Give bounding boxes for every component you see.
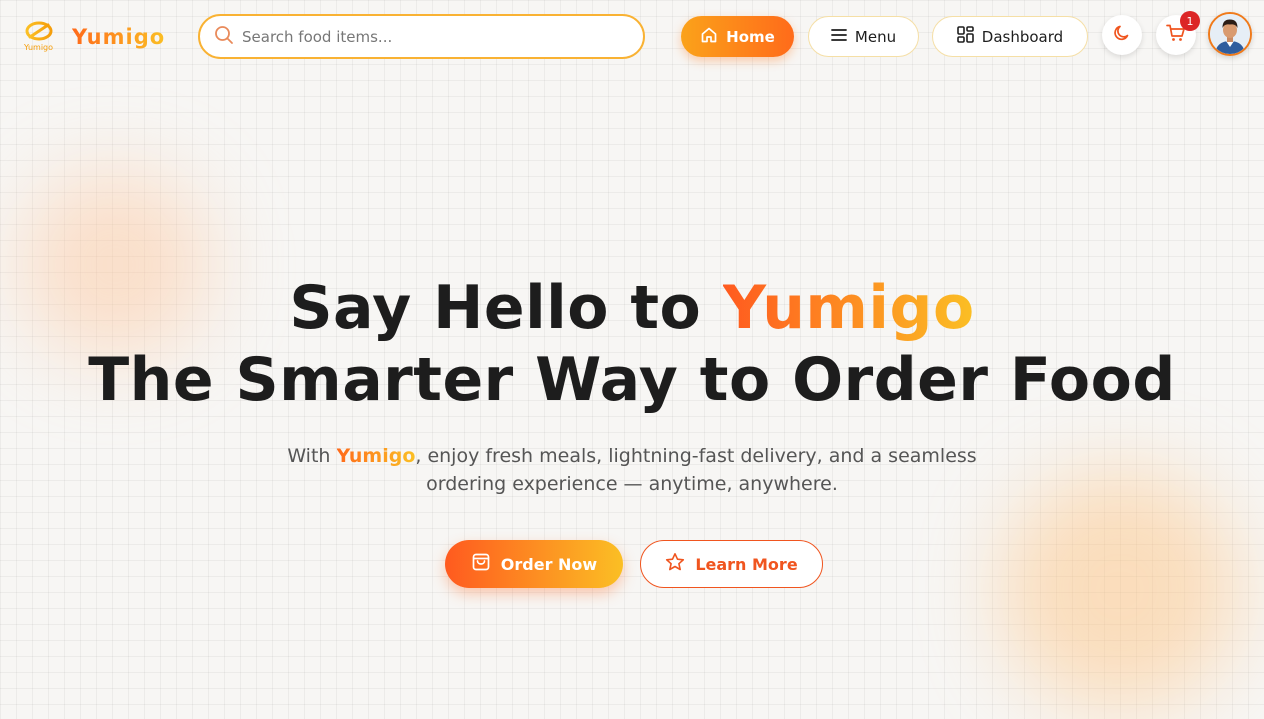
moon-icon [1113, 24, 1131, 46]
cart-count-badge: 1 [1180, 11, 1200, 31]
shopping-bag-icon [471, 552, 491, 576]
nav-home-button[interactable]: Home [681, 16, 794, 57]
search-input[interactable] [242, 27, 622, 46]
logo-link[interactable]: Yumigo Yumigo [24, 20, 165, 54]
nav-dashboard-button[interactable]: Dashboard [932, 16, 1088, 57]
star-icon [665, 552, 685, 576]
nav-menu-label: Menu [854, 27, 897, 46]
nav-home-label: Home [726, 27, 775, 46]
logo-text: Yumigo [72, 25, 166, 49]
learn-more-label: Learn More [695, 554, 798, 574]
search-icon [214, 25, 234, 49]
hero-subtitle-suffix: , enjoy fresh meals, lightning-fast deli… [415, 445, 977, 495]
dashboard-grid-icon [956, 26, 974, 47]
hero-subtitle-prefix: With [287, 445, 337, 467]
nav-dashboard-label: Dashboard [981, 27, 1064, 46]
hero-title-brand: Yumigo [722, 273, 975, 343]
hero-subtitle-brand: Yumigo [336, 445, 416, 467]
decorative-blur-right [1000, 470, 1240, 710]
home-icon [700, 26, 718, 48]
nav-menu-button[interactable]: Menu [808, 16, 919, 57]
logo-icon: Yumigo [24, 20, 58, 54]
hero-title-line2: The Smarter Way to Order Food [88, 345, 1176, 415]
hero-title-prefix: Say Hello to [289, 273, 723, 343]
hero-title: Say Hello to Yumigo The Smarter Way to O… [0, 272, 1264, 416]
order-now-label: Order Now [500, 554, 598, 574]
logo-caption: Yumigo [24, 43, 54, 52]
cart-button[interactable]: 1 [1156, 11, 1200, 55]
theme-toggle-button[interactable] [1102, 15, 1142, 55]
menu-lines-icon [831, 28, 847, 46]
learn-more-button[interactable]: Learn More [640, 540, 823, 588]
navbar: Yumigo Yumigo Home Menu [0, 0, 1264, 74]
hero-subtitle: With Yumigo, enjoy fresh meals, lightnin… [282, 442, 982, 498]
search-bar[interactable] [198, 14, 645, 59]
order-now-button[interactable]: Order Now [445, 540, 623, 588]
user-avatar[interactable] [1208, 12, 1252, 56]
